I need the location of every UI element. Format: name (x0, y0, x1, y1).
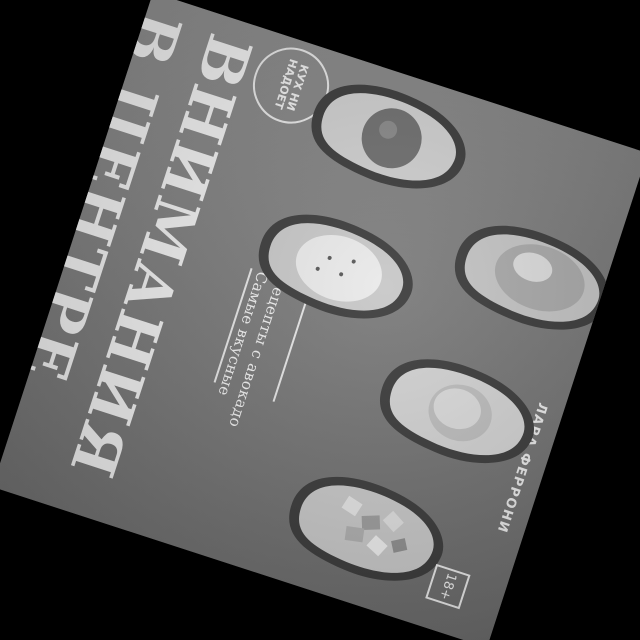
avocado-half-with-pit (287, 58, 487, 217)
age-rating-text: 18+ (436, 571, 460, 602)
avocado-half-with-salad (431, 199, 631, 358)
avocado-half-hollow (356, 332, 556, 491)
book-cover: КУХ НИ НАДОЕТ В ЦЕНТРЕ ВНИМАНИЯ Самые вк… (0, 0, 640, 640)
photo: КУХ НИ НАДОЕТ В ЦЕНТРЕ ВНИМАНИЯ Самые вк… (0, 0, 640, 640)
